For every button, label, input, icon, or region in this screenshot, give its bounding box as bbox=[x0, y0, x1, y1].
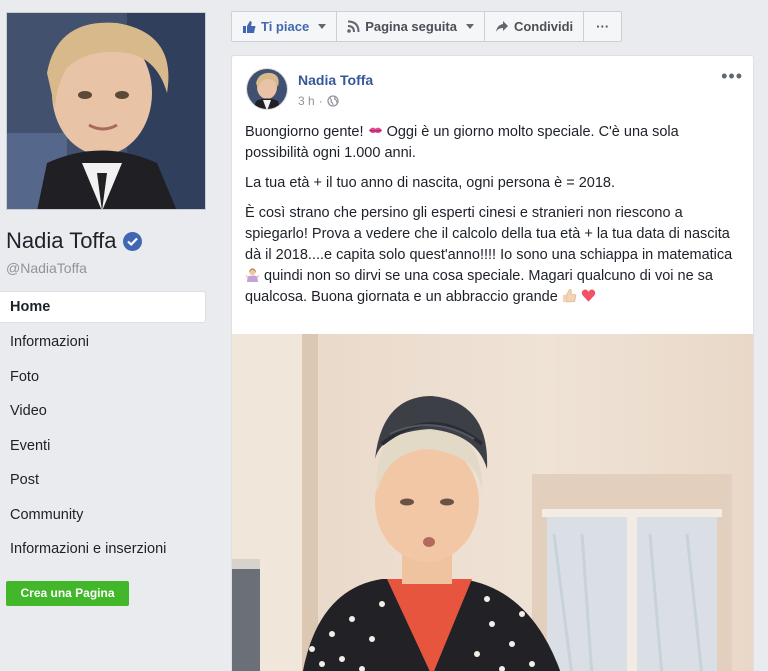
post-card: Nadia Toffa 3 h · ••• Buongiorno gente! … bbox=[231, 55, 754, 671]
left-sidebar: Nadia Toffa @NadiaToffa Home Informazion… bbox=[0, 0, 216, 671]
share-button-label: Condividi bbox=[513, 19, 574, 34]
follow-button-label: Pagina seguita bbox=[365, 19, 457, 34]
nav-item-ads-info[interactable]: Informazioni e inserzioni bbox=[0, 532, 206, 567]
page-handle[interactable]: @NadiaToffa bbox=[6, 260, 87, 276]
post-timestamp[interactable]: 3 h bbox=[298, 94, 315, 108]
chevron-down-icon bbox=[318, 24, 327, 29]
page-nav: Home Informazioni Foto Video Eventi Post… bbox=[0, 291, 206, 567]
nav-item-informazioni[interactable]: Informazioni bbox=[0, 325, 206, 360]
create-page-button[interactable]: Crea una Pagina bbox=[6, 581, 129, 606]
shrug-emoji-icon bbox=[245, 268, 260, 282]
post-photo[interactable] bbox=[232, 334, 753, 671]
nav-item-video[interactable]: Video bbox=[0, 394, 206, 429]
main-column: Ti piace Pagina seguita Condividi ··· Na… bbox=[216, 0, 768, 671]
kiss-emoji-icon bbox=[368, 127, 382, 133]
nav-item-home[interactable]: Home bbox=[0, 291, 206, 323]
nav-item-foto[interactable]: Foto bbox=[0, 360, 206, 395]
rss-icon bbox=[347, 20, 360, 33]
page-name-text[interactable]: Nadia Toffa bbox=[6, 228, 117, 254]
page-action-bar: Ti piace Pagina seguita Condividi ··· bbox=[231, 11, 623, 42]
page-title[interactable]: Nadia Toffa bbox=[6, 228, 142, 254]
post-meta: 3 h · bbox=[298, 94, 339, 108]
share-button[interactable]: Condividi bbox=[483, 11, 585, 42]
post-author-name[interactable]: Nadia Toffa bbox=[298, 72, 373, 88]
verified-badge-icon bbox=[122, 231, 142, 251]
profile-photo[interactable] bbox=[6, 12, 206, 210]
post-paragraph-3: È così strano che persino gli esperti ci… bbox=[245, 203, 745, 308]
post-text-part: quindi non so dirvi se una cosa speciale… bbox=[245, 268, 714, 305]
follow-button[interactable]: Pagina seguita bbox=[336, 11, 485, 42]
globe-icon[interactable] bbox=[327, 95, 339, 107]
post-text-part: È così strano che persino gli esperti ci… bbox=[245, 205, 733, 263]
thumbs-up-emoji-icon bbox=[562, 289, 577, 303]
like-button-label: Ti piace bbox=[261, 19, 310, 34]
nav-item-post[interactable]: Post bbox=[0, 463, 206, 498]
thumbs-up-icon bbox=[243, 20, 256, 33]
post-paragraph-2: La tua età + il tuo anno di nascita, ogn… bbox=[245, 175, 616, 191]
like-button[interactable]: Ti piace bbox=[231, 11, 338, 42]
meta-separator: · bbox=[318, 94, 323, 108]
post-paragraph-1: Buongiorno gente! Oggi è un giorno molto… bbox=[245, 122, 745, 164]
post-text: Buongiorno gente! Oggi è un giorno molto… bbox=[245, 122, 745, 317]
post-text-part: Buongiorno gente! bbox=[245, 124, 364, 140]
nav-item-community[interactable]: Community bbox=[0, 498, 206, 533]
share-arrow-icon bbox=[495, 21, 508, 32]
heart-emoji-icon bbox=[581, 289, 596, 302]
post-options-icon[interactable]: ••• bbox=[721, 67, 743, 85]
author-avatar[interactable] bbox=[246, 68, 288, 110]
chevron-down-icon bbox=[465, 24, 474, 29]
nav-item-eventi[interactable]: Eventi bbox=[0, 429, 206, 464]
more-options-button[interactable]: ··· bbox=[583, 11, 623, 42]
more-dots-icon: ··· bbox=[596, 19, 610, 34]
